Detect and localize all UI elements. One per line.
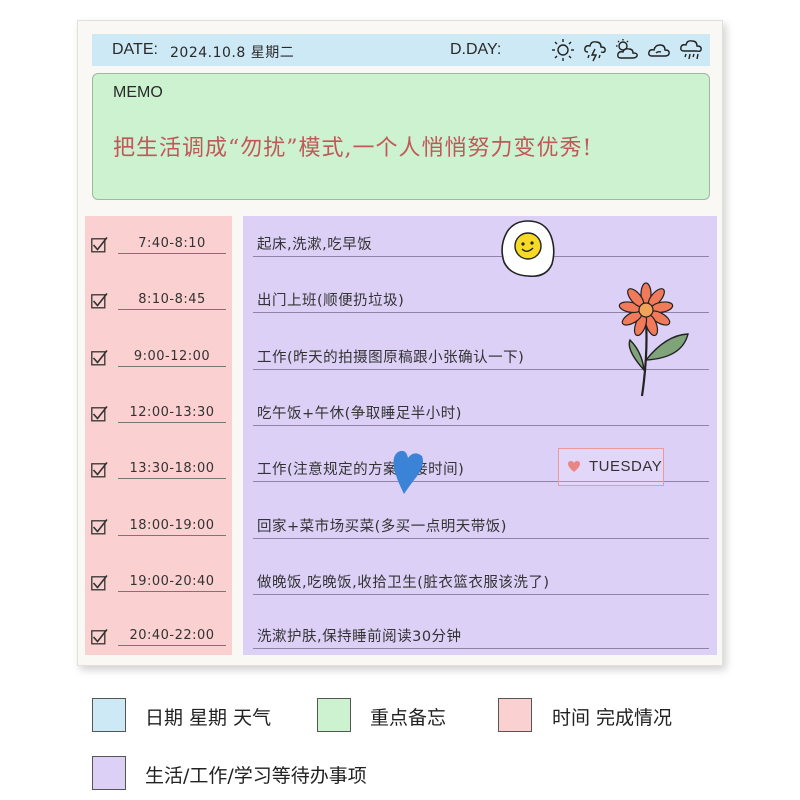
legend-swatch bbox=[317, 698, 351, 732]
task-text: 洗漱护肤,保持睡前阅读30分钟 bbox=[257, 629, 462, 645]
partly-cloudy-icon[interactable] bbox=[614, 37, 640, 63]
sun-icon[interactable] bbox=[550, 37, 576, 63]
task-row[interactable]: 回家+菜市场买菜(多买一点明天带饭) bbox=[243, 512, 717, 542]
task-text: 起床,洗漱,吃早饭 bbox=[257, 237, 373, 253]
heart-icon bbox=[568, 461, 580, 472]
time-row: 18:00-19:00 bbox=[85, 512, 232, 542]
legend-label: 时间 完成情况 bbox=[552, 707, 673, 729]
time-slot: 18:00-19:00 bbox=[118, 518, 226, 536]
task-row[interactable]: 起床,洗漱,吃早饭 bbox=[243, 230, 717, 260]
legend-label: 重点备忘 bbox=[370, 707, 447, 729]
time-slot: 7:40-8:10 bbox=[118, 236, 226, 254]
time-slot: 20:40-22:00 bbox=[118, 628, 226, 646]
flower-sticker-icon bbox=[618, 282, 689, 397]
cloud-icon[interactable] bbox=[646, 37, 672, 63]
time-row: 7:40-8:10 bbox=[85, 230, 232, 260]
legend-label: 生活/工作/学习等待办事项 bbox=[145, 765, 367, 787]
task-underline bbox=[253, 538, 709, 539]
task-text: 回家+菜市场买菜(多买一点明天带饭) bbox=[257, 519, 507, 535]
weather-icons bbox=[550, 37, 704, 63]
legend-label: 日期 星期 天气 bbox=[145, 707, 272, 729]
task-row[interactable]: 做晚饭,吃晚饭,收拾卫生(脏衣篮衣服该洗了) bbox=[243, 568, 717, 598]
memo-box: MEMO 把生活调成“勿扰”模式,一个人悄悄努力变优秀! bbox=[92, 73, 710, 200]
time-column: 7:40-8:10 8:10-8:45 9:00-12:00 12:00-13:30 1… bbox=[85, 216, 232, 655]
task-text: 工作(注意规定的方案交接时间) bbox=[257, 462, 465, 478]
checkbox-checked-icon[interactable] bbox=[91, 405, 108, 422]
time-row: 20:40-22:00 bbox=[85, 622, 232, 652]
legend-swatch bbox=[92, 698, 126, 732]
task-underline bbox=[253, 594, 709, 595]
rain-cloud-icon[interactable] bbox=[678, 37, 704, 63]
thunderstorm-icon[interactable] bbox=[582, 37, 608, 63]
checkbox-checked-icon[interactable] bbox=[91, 518, 108, 535]
task-underline bbox=[253, 425, 709, 426]
checkbox-checked-icon[interactable] bbox=[91, 574, 108, 591]
fried-egg-sticker-icon bbox=[501, 220, 555, 278]
checkbox-checked-icon[interactable] bbox=[91, 236, 108, 253]
time-row: 12:00-13:30 bbox=[85, 399, 232, 429]
task-text: 工作(昨天的拍摄图原稿跟小张确认一下) bbox=[257, 350, 525, 366]
time-row: 9:00-12:00 bbox=[85, 343, 232, 373]
tuesday-label: TUESDAY bbox=[589, 458, 663, 475]
time-row: 8:10-8:45 bbox=[85, 286, 232, 316]
time-slot: 9:00-12:00 bbox=[118, 349, 226, 367]
task-underline bbox=[253, 648, 709, 649]
blue-heart-sticker-icon bbox=[393, 450, 423, 494]
task-row[interactable]: 洗漱护肤,保持睡前阅读30分钟 bbox=[243, 622, 717, 652]
time-slot: 19:00-20:40 bbox=[118, 574, 226, 592]
checkbox-checked-icon[interactable] bbox=[91, 292, 108, 309]
time-slot: 12:00-13:30 bbox=[118, 405, 226, 423]
memo-label: MEMO bbox=[113, 84, 163, 101]
date-value: 2024.10.8 星期二 bbox=[170, 45, 295, 61]
checkbox-checked-icon[interactable] bbox=[91, 628, 108, 645]
time-slot: 8:10-8:45 bbox=[118, 292, 226, 310]
tuesday-tag: TUESDAY bbox=[558, 448, 664, 486]
date-label: DATE: bbox=[112, 41, 158, 58]
task-row[interactable]: 吃午饭+午休(争取睡足半小时) bbox=[243, 399, 717, 429]
task-text: 做晚饭,吃晚饭,收拾卫生(脏衣篮衣服该洗了) bbox=[257, 575, 550, 591]
legend-swatch bbox=[92, 756, 126, 790]
dday-label: D.DAY: bbox=[450, 41, 502, 58]
legend-swatch bbox=[498, 698, 532, 732]
time-slot: 13:30-18:00 bbox=[118, 461, 226, 479]
task-underline bbox=[253, 256, 709, 257]
date-bar: DATE: 2024.10.8 星期二 D.DAY: bbox=[92, 34, 710, 66]
time-row: 19:00-20:40 bbox=[85, 568, 232, 598]
task-text: 出门上班(顺便扔垃圾) bbox=[257, 293, 405, 309]
memo-text[interactable]: 把生活调成“勿扰”模式,一个人悄悄努力变优秀! bbox=[113, 130, 703, 162]
task-text: 吃午饭+午休(争取睡足半小时) bbox=[257, 406, 462, 422]
time-row: 13:30-18:00 bbox=[85, 455, 232, 485]
checkbox-checked-icon[interactable] bbox=[91, 349, 108, 366]
checkbox-checked-icon[interactable] bbox=[91, 461, 108, 478]
